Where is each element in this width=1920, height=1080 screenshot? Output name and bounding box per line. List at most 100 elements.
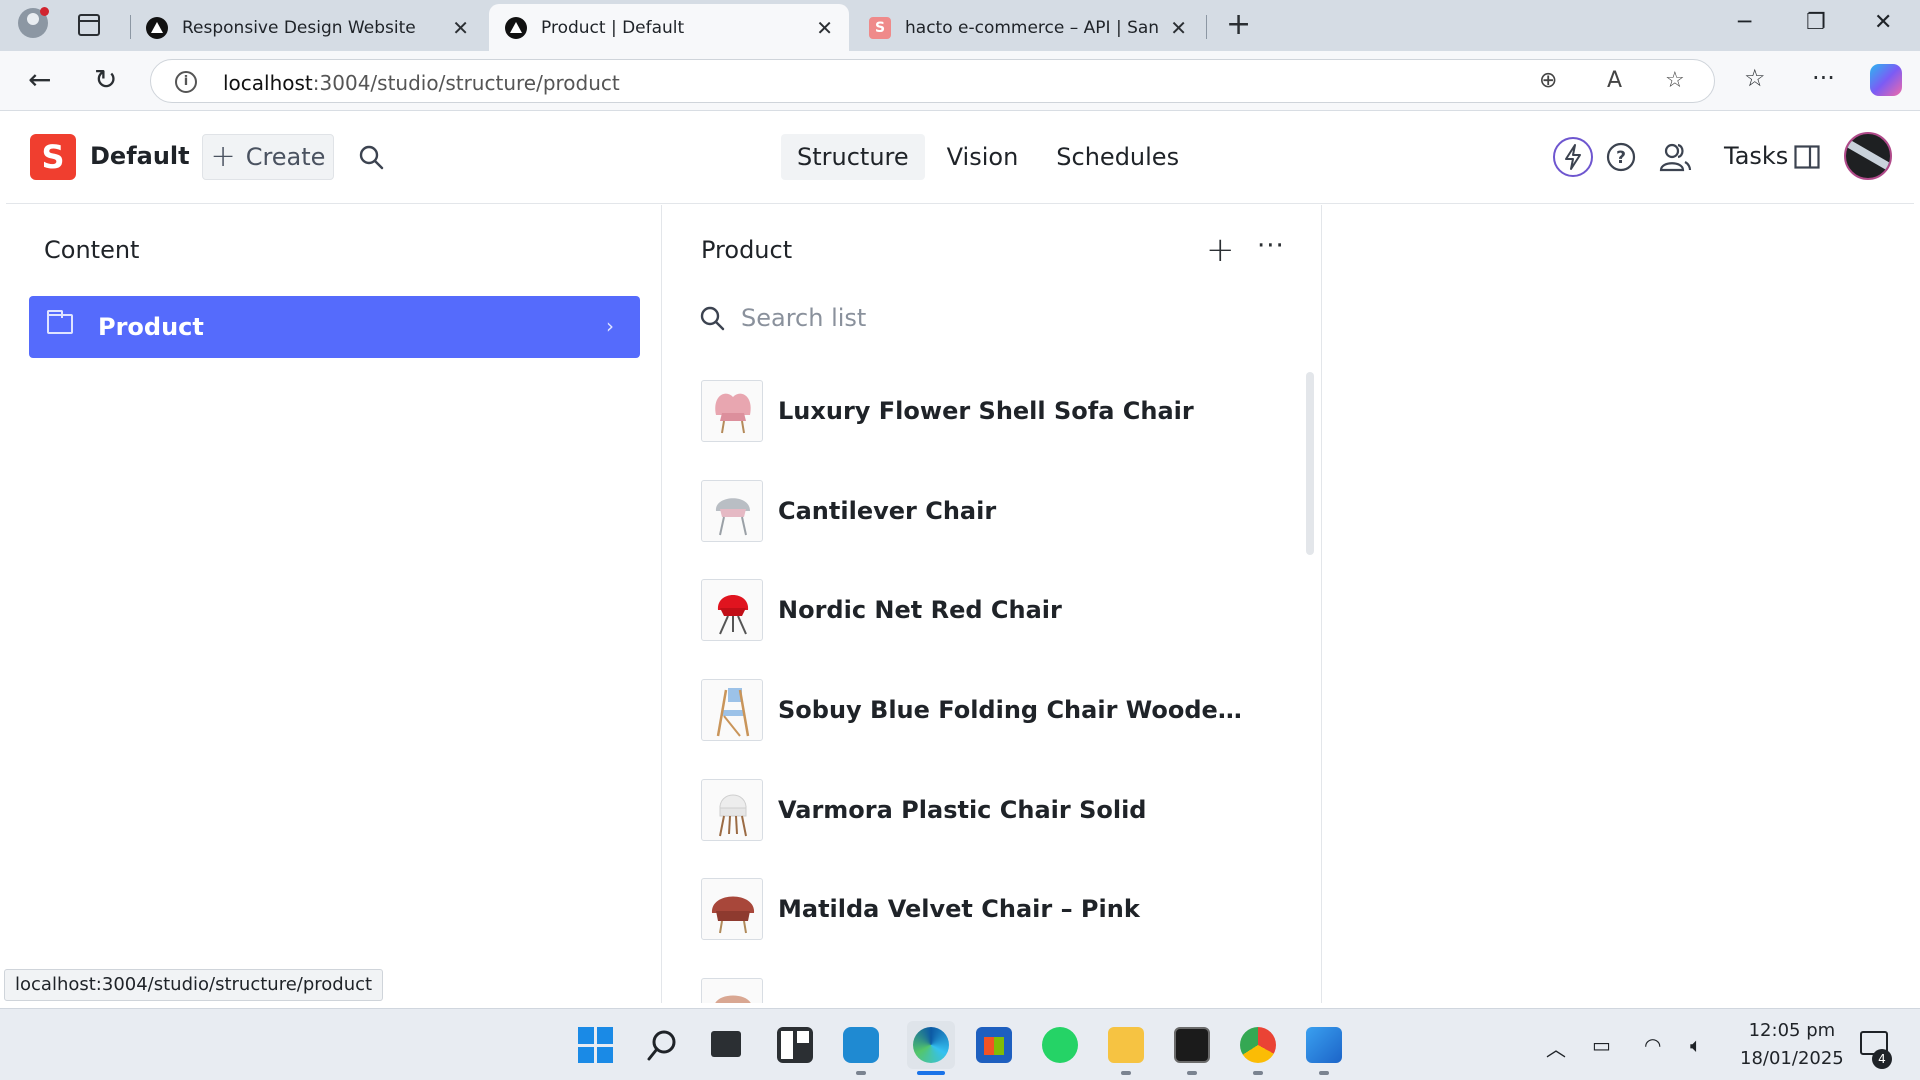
create-label: Create (245, 143, 326, 171)
link-status-url: localhost:3004/studio/structure/product (4, 969, 384, 1001)
list-item-title: Nordic Net Red Chair (778, 596, 1062, 624)
wifi-icon[interactable]: ◠ (1644, 1033, 1661, 1057)
list-item-product[interactable]: Sobuy Blue Folding Chair Wooden Pad... (701, 679, 1261, 743)
photos-icon[interactable] (1306, 1027, 1342, 1063)
reload-icon[interactable]: ↻ (94, 65, 117, 95)
list-item-title: Sobuy Blue Folding Chair Wooden Pad... (778, 696, 1248, 724)
list-item-title: Matilda Velvet Chair – Pink (778, 895, 1140, 923)
list-item-title: Cantilever Chair (778, 497, 997, 525)
windows-taskbar: ︿ ▭ ◠ 🔈︎ 12:05 pm 18/01/2025 4 (0, 1008, 1920, 1080)
tab-vision[interactable]: Vision (931, 134, 1035, 180)
tab-title: hacto e-commerce – API | Sanity.i (905, 17, 1161, 38)
workspace-name[interactable]: Default (90, 142, 190, 170)
clock-date: 18/01/2025 (1740, 1048, 1844, 1069)
pane-menu-icon[interactable]: ··· (1257, 231, 1285, 261)
content-pane: Content Product › (6, 205, 662, 1003)
studio-navbar: S Default + Create Structure Vision Sche… (6, 112, 1914, 204)
tab-schedules[interactable]: Schedules (1040, 134, 1195, 180)
browser-tab-responsive-design[interactable]: Responsive Design Website ✕ (130, 4, 485, 51)
windows-start-icon[interactable] (578, 1027, 614, 1063)
back-arrow-icon[interactable]: ← (28, 65, 51, 95)
site-info-icon[interactable]: i (175, 71, 197, 93)
plus-icon: + (210, 139, 236, 174)
list-item-title: Luxury Flower Shell Sofa Chair (778, 397, 1194, 425)
search-taskbar-icon[interactable] (645, 1027, 681, 1063)
restore-window-icon[interactable]: ❐ (1806, 10, 1826, 35)
zoom-icon[interactable]: ⊕ (1539, 68, 1557, 93)
volume-icon[interactable]: 🔈︎ (1690, 1033, 1702, 1057)
browser-tab-strip: Responsive Design Website ✕ Product | De… (0, 0, 1920, 51)
browser-tab-product-default[interactable]: Product | Default ✕ (489, 4, 849, 51)
search-list-icon (700, 306, 725, 331)
help-icon[interactable]: ? (1606, 142, 1636, 172)
address-bar[interactable]: i localhost:3004/studio/structure/produc… (150, 59, 1715, 103)
more-options-icon[interactable]: ··· (1812, 64, 1835, 92)
copilot-icon[interactable] (1870, 64, 1902, 96)
system-clock[interactable]: 12:05 pm 18/01/2025 (1740, 1017, 1844, 1073)
list-item-product[interactable]: Varmora Plastic Chair Solid (701, 779, 1261, 843)
user-avatar[interactable] (1844, 132, 1892, 180)
running-indicator (856, 1071, 866, 1075)
sidebar-item-label: Product (98, 313, 204, 341)
read-aloud-icon[interactable]: A (1607, 68, 1622, 93)
search-list-input[interactable] (739, 303, 1139, 333)
tab-title: Responsive Design Website (182, 17, 416, 38)
users-icon[interactable] (1658, 140, 1692, 174)
list-scrollbar[interactable] (1306, 372, 1314, 555)
address-bar-row: ← ↻ i localhost:3004/studio/structure/pr… (0, 51, 1920, 111)
browser-tab-hacto-sanity[interactable]: S hacto e-commerce – API | Sanity.i ✕ (853, 4, 1203, 51)
white-plastic-chair-thumbnail (701, 779, 763, 841)
file-explorer-icon[interactable] (1108, 1027, 1144, 1063)
widgets-icon[interactable] (777, 1027, 813, 1063)
list-item-product[interactable]: Matilda Velvet Chair – Pink (701, 878, 1261, 942)
battery-icon[interactable]: ▭ (1592, 1033, 1611, 1057)
folder-icon (47, 310, 73, 334)
whatsapp-icon[interactable] (1042, 1027, 1078, 1063)
list-item-product[interactable]: Luxury Flower Shell Sofa Chair (701, 380, 1261, 444)
list-item-product[interactable]: Cantilever Chair (701, 480, 1261, 544)
create-document-plus-icon[interactable]: + (1206, 233, 1235, 267)
tasks-button[interactable]: Tasks (1724, 142, 1788, 170)
panel-toggle-icon[interactable] (1794, 145, 1820, 169)
vercel-favicon-icon (146, 16, 168, 39)
edge-browser-icon[interactable] (913, 1027, 949, 1063)
product-pane-title: Product (701, 236, 793, 264)
new-tab-plus-icon[interactable]: + (1226, 10, 1251, 40)
red-chair-thumbnail (701, 579, 763, 641)
running-indicator (1121, 1071, 1131, 1075)
clock-time: 12:05 pm (1748, 1020, 1836, 1041)
active-app-indicator (917, 1071, 945, 1075)
vscode-icon[interactable] (843, 1027, 879, 1063)
sidebar-item-product[interactable]: Product › (29, 296, 640, 358)
sanity-favicon-icon: S (869, 16, 891, 39)
list-item-product[interactable] (701, 978, 1261, 1003)
search-icon[interactable] (358, 144, 384, 170)
close-tab-icon[interactable]: ✕ (1170, 16, 1187, 40)
running-indicator (1253, 1071, 1263, 1075)
vercel-favicon-icon (505, 16, 527, 39)
chevron-right-icon: › (606, 314, 614, 338)
tab-actions-icon[interactable] (78, 14, 100, 36)
lightning-icon[interactable] (1552, 136, 1594, 178)
favorites-list-icon[interactable]: ☆ (1744, 64, 1766, 92)
list-item-product[interactable]: Nordic Net Red Chair (701, 579, 1261, 643)
close-tab-icon[interactable]: ✕ (452, 16, 469, 40)
sanity-logo-icon[interactable]: S (30, 134, 76, 180)
show-hidden-icons-chevron-icon[interactable]: ︿ (1546, 1033, 1566, 1062)
pink-shell-chair-thumbnail (701, 380, 763, 442)
create-button[interactable]: + Create (202, 134, 334, 180)
chair-thumbnail (701, 978, 763, 1003)
favorite-star-icon[interactable]: ☆ (1665, 68, 1685, 93)
close-window-icon[interactable]: ✕ (1874, 10, 1892, 35)
profile-notification-dot (40, 7, 49, 16)
list-item-title: Varmora Plastic Chair Solid (778, 796, 1147, 824)
task-view-icon[interactable] (711, 1031, 741, 1057)
store-icon[interactable] (976, 1027, 1012, 1063)
url-text[interactable]: localhost:3004/studio/structure/product (223, 71, 620, 95)
tab-structure[interactable]: Structure (781, 134, 925, 180)
close-tab-icon[interactable]: ✕ (816, 16, 833, 40)
chrome-icon[interactable] (1240, 1027, 1276, 1063)
tab-separator (1206, 15, 1207, 39)
terminal-icon[interactable] (1174, 1027, 1210, 1063)
minimize-window-icon[interactable]: ─ (1738, 10, 1751, 35)
